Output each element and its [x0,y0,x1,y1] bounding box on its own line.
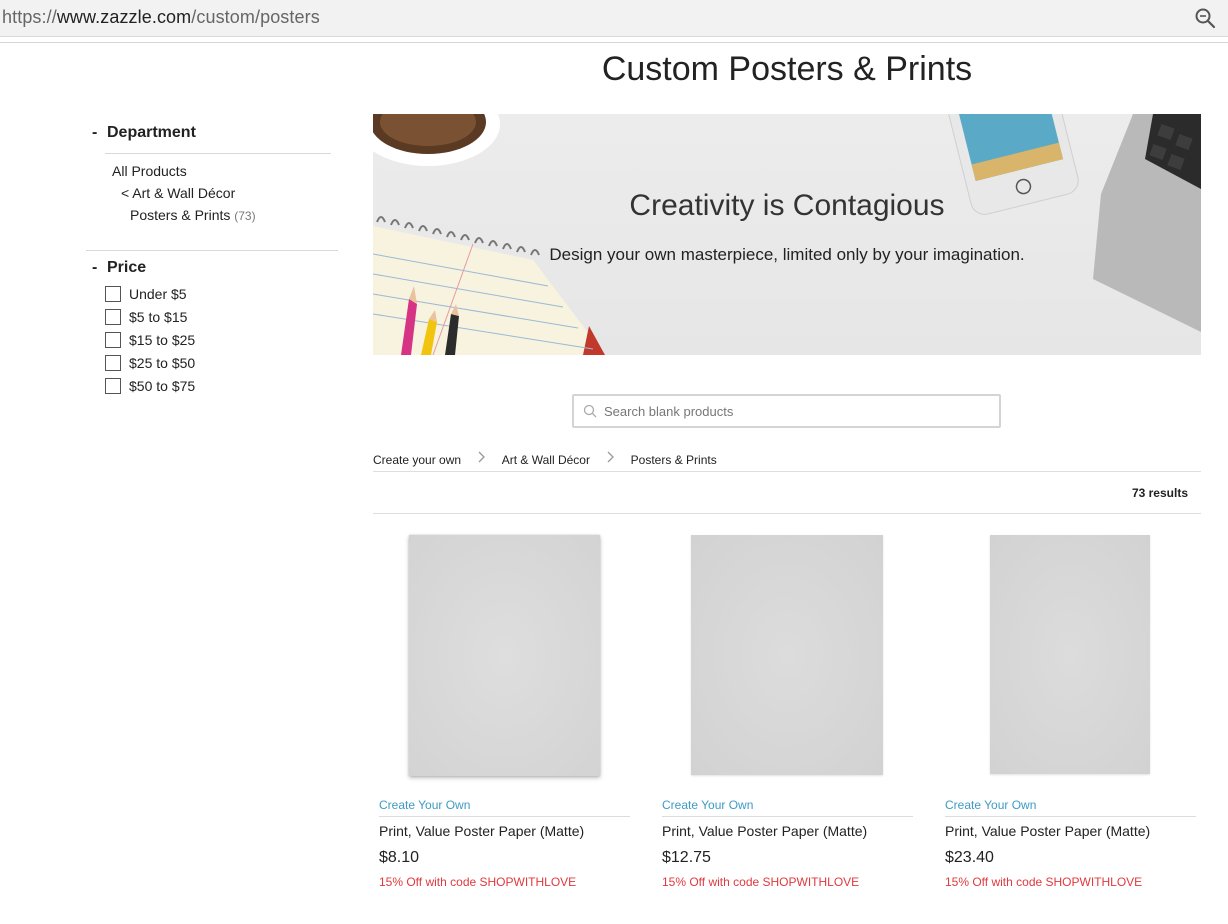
magnifier-icon[interactable] [1194,7,1216,29]
breadcrumb-item-posters-prints[interactable]: Posters & Prints [631,453,717,467]
collapse-toggle-icon: - [92,124,98,141]
checkbox[interactable] [105,378,121,394]
checkbox[interactable] [105,332,121,348]
product-image[interactable] [691,535,883,775]
promo-text: 15% Off with code SHOPWITHLOVE [662,875,860,889]
price-filter-label: Under $5 [129,286,187,302]
price-filter-label: $50 to $75 [129,378,196,394]
dept-link-all-products[interactable]: All Products [112,163,187,179]
url-scheme: https:// [2,7,57,27]
create-your-own-link[interactable]: Create Your Own [662,798,753,812]
price-facet-header[interactable]: - Price [92,259,146,277]
results-divider [373,513,1201,514]
page-title: Custom Posters & Prints [601,50,973,88]
card-divider [945,816,1196,817]
create-your-own-link[interactable]: Create Your Own [379,798,470,812]
price-filter-15-25[interactable]: $15 to $25 [105,332,195,350]
facet-divider [86,250,338,251]
product-card[interactable]: Create Your Own Print, Value Poster Pape… [373,535,630,915]
product-name[interactable]: Print, Value Poster Paper (Matte) [662,823,867,839]
banner-subtitle: Design your own masterpiece, limited onl… [549,245,1025,264]
price-heading: Price [107,259,147,276]
checkbox[interactable] [105,309,121,325]
breadcrumb: Create your own Art & Wall Décor Posters… [373,451,717,467]
hero-banner: Creativity is Contagious Design your own… [373,114,1201,355]
card-divider [662,816,913,817]
checkbox[interactable] [105,286,121,302]
create-your-own-link[interactable]: Create Your Own [945,798,1036,812]
dept-link-posters-prints[interactable]: Posters & Prints (73) [130,207,256,223]
breadcrumb-item-art-wall-decor[interactable]: Art & Wall Décor [502,453,590,467]
search-icon [583,404,597,418]
promo-text: 15% Off with code SHOPWITHLOVE [945,875,1143,889]
product-card[interactable]: Create Your Own Print, Value Poster Pape… [656,535,913,915]
price-filter-25-50[interactable]: $25 to $50 [105,355,195,373]
price-filter-label: $15 to $25 [129,332,196,348]
banner-title: Creativity is Contagious [629,189,945,222]
collapse-toggle-icon: - [92,259,98,276]
product-name[interactable]: Print, Value Poster Paper (Matte) [379,823,584,839]
department-divider [105,153,331,154]
price-filter-50-75[interactable]: $50 to $75 [105,378,195,396]
price-filter-under-5[interactable]: Under $5 [105,286,187,304]
url-bar-divider [0,42,1228,43]
product-price: $12.75 [662,849,711,866]
product-card[interactable]: Create Your Own Print, Value Poster Pape… [939,535,1196,915]
results-count: 73 results [1131,486,1188,500]
search-input[interactable] [604,396,984,426]
product-price: $23.40 [945,849,994,866]
department-facet-header[interactable]: - Department [92,124,196,142]
browser-url-bar[interactable]: https://www.zazzle.com/custom/posters [0,0,1228,37]
dept-link-label: Posters & Prints [130,207,231,223]
product-name[interactable]: Print, Value Poster Paper (Matte) [945,823,1150,839]
card-divider [379,816,630,817]
product-price: $8.10 [379,849,420,866]
price-filter-5-15[interactable]: $5 to $15 [105,309,187,327]
department-heading: Department [107,124,196,141]
url-host: www.zazzle.com [56,7,192,27]
product-image[interactable] [990,535,1150,774]
chevron-right-icon [478,451,486,463]
breadcrumb-divider [373,471,1201,472]
dept-link-art-wall-decor[interactable]: < Art & Wall Décor [121,185,235,201]
price-filter-label: $5 to $15 [129,309,188,325]
promo-text: 15% Off with code SHOPWITHLOVE [379,875,577,889]
price-filter-label: $25 to $50 [129,355,196,371]
url-path: /custom/posters [191,7,320,27]
product-image[interactable] [409,535,600,776]
banner-illustration [373,114,1201,355]
dept-link-count: (73) [234,209,256,223]
url-text[interactable]: https://www.zazzle.com/custom/posters [2,7,320,28]
checkbox[interactable] [105,355,121,371]
breadcrumb-item-create-your-own[interactable]: Create your own [373,453,461,467]
chevron-right-icon [607,451,615,463]
product-search[interactable] [572,394,1001,428]
